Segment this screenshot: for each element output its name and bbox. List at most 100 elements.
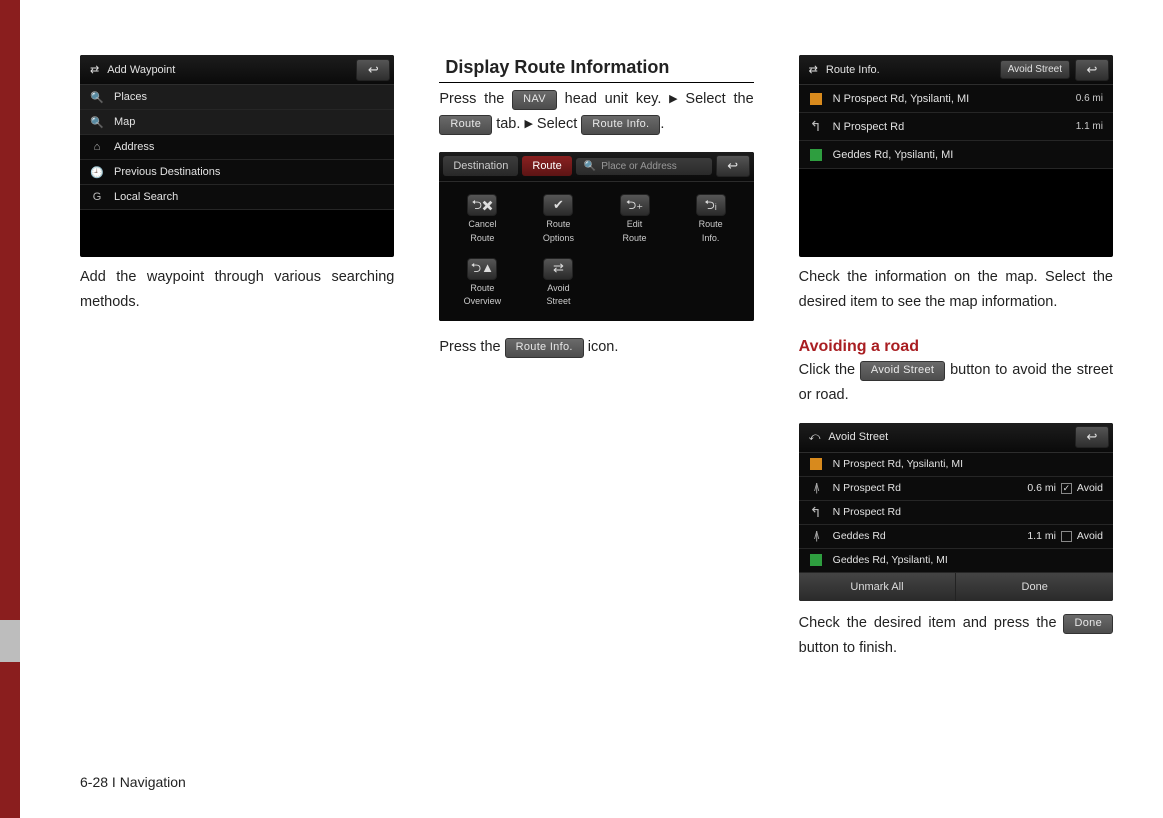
cell-line1: Route <box>546 220 570 230</box>
waypoint-row[interactable]: 🔍Places <box>80 85 394 110</box>
avoid-row[interactable]: /|\ N Prospect Rd 0.6 mi ✓ Avoid <box>799 477 1113 501</box>
waypoint-row[interactable]: 🕘Previous Destinations <box>80 160 394 185</box>
col3-paragraph-1: Check the information on the map. Select… <box>799 265 1113 316</box>
search-placeholder: Place or Address <box>601 161 677 172</box>
waypoint-row[interactable]: 🔍Map <box>80 110 394 135</box>
row-label: N Prospect Rd, Ypsilanti, MI <box>833 458 963 470</box>
flag-icon <box>810 554 822 566</box>
route-info-icon-btn[interactable]: Route Info. <box>505 338 584 358</box>
col2-instruction-1: Press the NAV head unit key. ▶ Select th… <box>439 87 753 138</box>
row-icon: G <box>90 191 104 203</box>
row-label: Map <box>114 116 135 128</box>
row-distance: 1.1 mi <box>1076 121 1103 132</box>
page-footer: 6-28 I Navigation <box>80 774 186 790</box>
cell-line2: Overview <box>464 297 502 307</box>
add-waypoint-title: Add Waypoint <box>107 64 175 76</box>
destination-tab[interactable]: Destination <box>443 156 518 176</box>
col3-paragraph-3: Check the desired item and press the Don… <box>799 611 1113 662</box>
route-menu-icon: ⇄ <box>543 258 573 280</box>
flag-icon <box>810 149 822 161</box>
row-label: N Prospect Rd <box>833 506 901 518</box>
avoid-icon: ⤺ <box>809 431 821 444</box>
row-distance: 0.6 mi <box>1027 482 1056 494</box>
back-button[interactable]: ↩ <box>1075 59 1109 81</box>
row-label: Address <box>114 141 154 153</box>
row-icon: 🔍 <box>90 91 104 104</box>
t: head unit key. <box>557 91 669 107</box>
t: button to finish. <box>799 640 897 656</box>
cell-line1: Edit <box>627 220 643 230</box>
avoid-row[interactable]: N Prospect Rd, Ypsilanti, MI <box>799 453 1113 477</box>
cell-line2: Route <box>623 234 647 244</box>
cell-line2: Route <box>470 234 494 244</box>
done-inline-button[interactable]: Done <box>1063 614 1113 634</box>
waypoint-row[interactable]: GLocal Search <box>80 185 394 210</box>
avoid-label: Avoid <box>1077 482 1103 494</box>
column-2: Display Route Information Press the NAV … <box>439 55 753 765</box>
route-menu-icon: ⮌✖ <box>467 194 497 216</box>
route-menu-icon: ⮌▲ <box>467 258 497 280</box>
route-menu-icon: ✔ <box>543 194 573 216</box>
flag-icon <box>810 93 822 105</box>
add-waypoint-screenshot: ⇄ Add Waypoint ↩ 🔍Places🔍Map⌂Address🕘Pre… <box>80 55 394 257</box>
route-info-row[interactable]: ↰N Prospect Rd1.1 mi <box>799 113 1113 141</box>
back-button[interactable]: ↩ <box>716 155 750 177</box>
waypoint-icon: ⇄ <box>90 63 99 76</box>
col2-instruction-2: Press the Route Info. icon. <box>439 335 753 360</box>
t: Click the <box>799 362 860 378</box>
avoid-label: Avoid <box>1077 530 1103 542</box>
t: tab. <box>492 116 524 132</box>
done-button[interactable]: Done <box>956 573 1113 601</box>
back-button[interactable]: ↩ <box>1075 426 1109 448</box>
route-menu-item[interactable]: ✔ Route Options <box>521 190 595 248</box>
avoid-checkbox[interactable]: ✓ <box>1061 483 1072 494</box>
waypoint-row[interactable]: ⌂Address <box>80 135 394 160</box>
route-tab-btn[interactable]: Route <box>439 115 492 135</box>
flag-icon <box>810 458 822 470</box>
avoiding-road-heading: Avoiding a road <box>799 338 1113 356</box>
avoid-street-btn[interactable]: Avoid Street <box>1000 60 1070 79</box>
row-label: N Prospect Rd, Ypsilanti, MI <box>833 93 970 105</box>
section-heading: Display Route Information <box>439 55 753 83</box>
route-menu-item[interactable]: ⮌✖ Cancel Route <box>445 190 519 248</box>
avoid-checkbox[interactable] <box>1061 531 1072 542</box>
t: Select <box>533 116 581 132</box>
row-distance: 1.1 mi <box>1027 530 1056 542</box>
route-info-row[interactable]: Geddes Rd, Ypsilanti, MI <box>799 141 1113 169</box>
row-label: Geddes Rd <box>833 530 886 542</box>
cell-line2: Options <box>543 234 574 244</box>
turn-icon: ↰ <box>810 504 822 521</box>
back-button[interactable]: ↩ <box>356 59 390 81</box>
avoid-row[interactable]: /|\ Geddes Rd 1.1 mi Avoid <box>799 525 1113 549</box>
side-color-bar <box>0 0 20 818</box>
nav-key[interactable]: NAV <box>512 90 557 110</box>
row-label: N Prospect Rd <box>833 482 901 494</box>
t: Check the desired item and press the <box>799 615 1064 631</box>
t: Press the <box>439 339 504 355</box>
row-label: N Prospect Rd <box>833 121 905 133</box>
place-search-field[interactable]: 🔍 Place or Address <box>576 158 712 175</box>
t: icon. <box>584 339 619 355</box>
route-info-btn[interactable]: Route Info. <box>581 115 660 135</box>
route-menu-item[interactable]: ⮌▲RouteOverview <box>445 254 519 312</box>
t: Select the <box>678 91 754 107</box>
route-menu-item[interactable]: ⮌ᵢRouteInfo. <box>674 190 748 248</box>
route-info-row[interactable]: N Prospect Rd, Ypsilanti, MI0.6 mi <box>799 85 1113 113</box>
route-menu-item[interactable]: ⇄AvoidStreet <box>521 254 595 312</box>
route-menu-icon: ⮌₊ <box>620 194 650 216</box>
route-menu-item[interactable]: ⮌₊ Edit Route <box>597 190 671 248</box>
route-tab[interactable]: Route <box>522 156 571 176</box>
cell-line1: Cancel <box>468 220 496 230</box>
avoid-row[interactable]: ↰ N Prospect Rd <box>799 501 1113 525</box>
cell-line2: Info. <box>702 234 720 244</box>
route-info-screenshot: ⇄ Route Info. Avoid Street ↩ N Prospect … <box>799 55 1113 257</box>
route-menu-icon: ⮌ᵢ <box>696 194 726 216</box>
road-icon: /|\ <box>814 482 817 494</box>
avoid-title: Avoid Street <box>828 431 888 443</box>
row-label: Geddes Rd, Ypsilanti, MI <box>833 149 954 161</box>
unmark-all-button[interactable]: Unmark All <box>799 573 957 601</box>
avoid-row[interactable]: Geddes Rd, Ypsilanti, MI <box>799 549 1113 573</box>
road-icon: /|\ <box>814 530 817 542</box>
avoid-street-button[interactable]: Avoid Street <box>860 361 945 381</box>
column-1: ⇄ Add Waypoint ↩ 🔍Places🔍Map⌂Address🕘Pre… <box>80 55 394 765</box>
